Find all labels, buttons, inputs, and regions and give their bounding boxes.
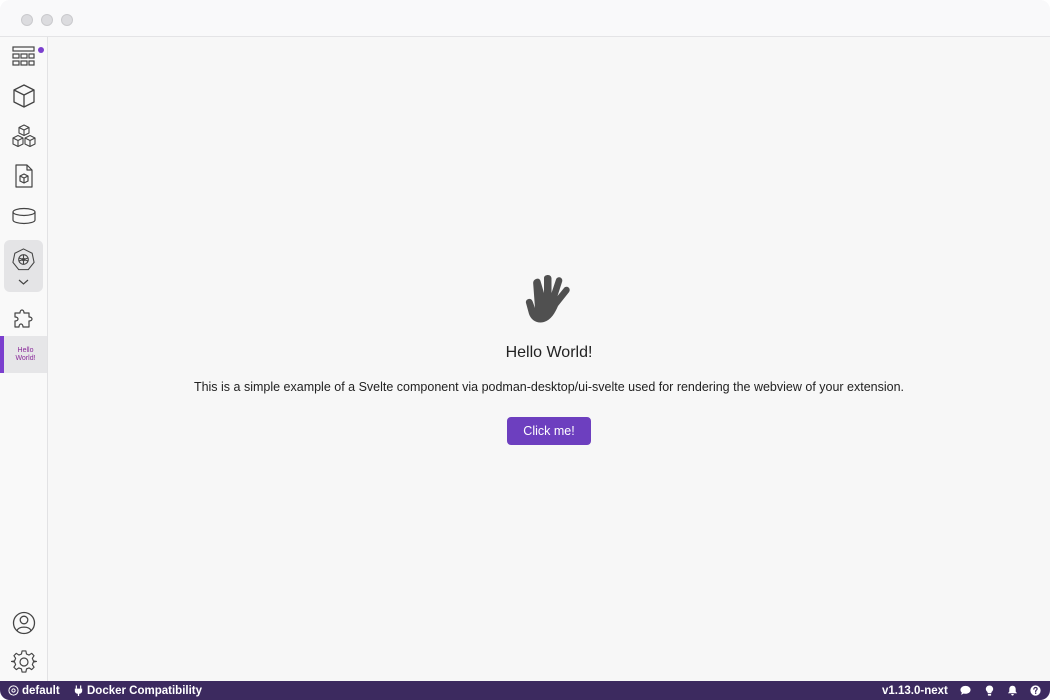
puzzle-icon — [13, 309, 33, 328]
click-me-button[interactable]: Click me! — [507, 417, 591, 445]
title-bar — [0, 0, 1050, 37]
sidebar-item-hello-world[interactable]: Hello World! — [0, 336, 47, 373]
page-description: This is a simple example of a Svelte com… — [193, 380, 905, 394]
version-text: v1.13.0-next — [882, 684, 948, 697]
kubernetes-context-selector[interactable]: default — [8, 681, 60, 700]
navigation-sidebar: Hello World! — [0, 37, 48, 681]
notification-dot — [38, 47, 44, 53]
kubernetes-icon — [12, 248, 35, 271]
help-icon[interactable] — [1030, 685, 1041, 696]
user-circle-icon — [12, 611, 35, 635]
sidebar-item-extensions[interactable] — [0, 299, 47, 335]
sidebar-item-kubernetes[interactable] — [4, 240, 43, 292]
page-title: Hello World! — [505, 344, 593, 361]
sidebar-item-volumes[interactable] — [0, 198, 47, 234]
plug-icon — [74, 685, 83, 696]
feedback-icon[interactable] — [960, 685, 971, 696]
sidebar-item-images[interactable] — [0, 158, 47, 194]
cube-icon — [12, 84, 35, 108]
kubernetes-icon — [8, 685, 19, 696]
volume-icon — [11, 207, 36, 225]
webview-content: Hello World! This is a simple example of… — [48, 37, 1050, 681]
sidebar-item-dashboard[interactable] — [0, 39, 47, 75]
dashboard-icon — [11, 46, 35, 66]
app-window: Hello World! Hello World! This is a simp… — [0, 0, 1050, 700]
minimize-window-button[interactable] — [41, 14, 53, 26]
zoom-window-button[interactable] — [61, 14, 73, 26]
version-label[interactable]: v1.13.0-next — [882, 681, 948, 700]
image-file-icon — [14, 164, 33, 188]
waving-hand-icon — [525, 275, 570, 323]
close-window-button[interactable] — [21, 14, 33, 26]
status-bar: default Docker Compatibility v1.13.0-nex… — [0, 681, 1050, 700]
sidebar-item-pods[interactable] — [0, 118, 47, 154]
sidebar-extension-label: Hello World! — [15, 346, 36, 362]
sidebar-item-settings[interactable] — [0, 644, 47, 680]
docker-compat-label: Docker Compatibility — [87, 684, 203, 697]
lightbulb-icon[interactable] — [984, 685, 995, 696]
cubes-icon — [11, 124, 36, 148]
sidebar-item-account[interactable] — [0, 605, 47, 641]
docker-compatibility-status[interactable]: Docker Compatibility — [73, 681, 202, 700]
gear-icon — [10, 650, 37, 673]
bell-icon[interactable] — [1007, 685, 1018, 696]
chevron-down-icon[interactable] — [18, 278, 29, 286]
sidebar-item-containers[interactable] — [0, 78, 47, 114]
context-label: default — [22, 684, 60, 697]
